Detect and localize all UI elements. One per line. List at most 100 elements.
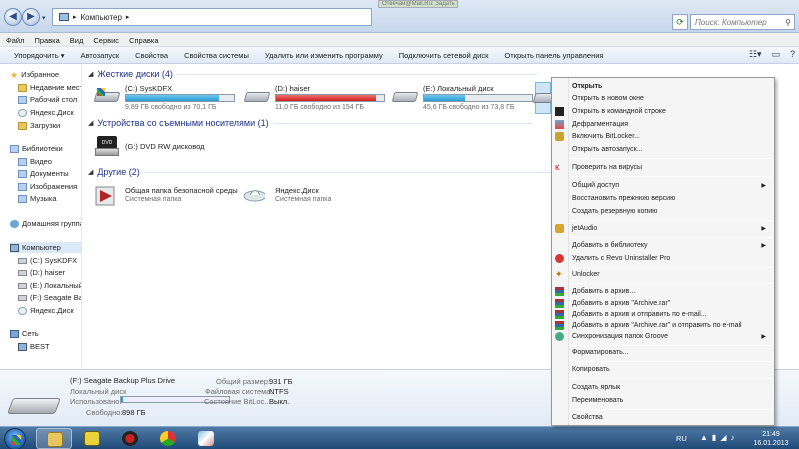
sidebar-item-music[interactable]: Музыка [18,194,57,203]
sidebar-item-yandex-disk-pc[interactable]: Яндекс.Диск [18,306,74,315]
sidebar-item-drive-d[interactable]: (D:) haiser [18,268,65,277]
other-item-sandbox[interactable]: Общая папка безопасной среды Системная п… [91,182,241,214]
ctx-jetaudio[interactable]: jetAudio ▶ [552,223,774,234]
drive-tile-c[interactable]: (C:) SysKDFX 9,89 ГБ свободно из 70,1 ГБ [91,82,241,114]
ctx-add-archive[interactable]: Добавить в архив... [552,286,774,297]
collapse-chevron-icon[interactable]: ◢ [88,168,93,176]
breadcrumb-computer[interactable]: Компьютер [81,13,122,22]
taskbar-app-2[interactable] [74,428,110,449]
collapse-chevron-icon[interactable]: ◢ [88,119,93,127]
sidebar-item-computer[interactable]: Компьютер [10,242,81,253]
ctx-add-library[interactable]: Добавить в библиотеку ▶ [552,240,774,251]
ctx-share[interactable]: Общий доступ ▶ [552,180,774,191]
sidebar-item-label: Компьютер [22,243,61,252]
drive-tile-f-selected[interactable] [532,82,560,114]
ctx-add-archive-rar[interactable]: Добавить в архив "Archive.rar" [552,298,774,309]
help-icon[interactable]: ? [790,49,795,60]
forward-button[interactable]: ▶ [22,8,40,26]
drive-tile-e[interactable]: (E:) Локальный диск 45,6 ГБ свободно из … [389,82,539,114]
details-subtitle: Локальный диск [70,387,127,396]
ctx-add-archive-email[interactable]: Добавить в архив и отправить по e-mail..… [552,309,774,320]
other-item-yandex[interactable]: Яндекс.Диск Системная папка [241,182,391,214]
organize-button[interactable]: Упорядочить ▾ [6,51,72,60]
menu-item-label: Удалить с Revo Uninstaller Pro [572,255,671,262]
ctx-unlocker[interactable]: ✦ Unlocker [552,269,774,280]
autoplay-button[interactable]: Автозапуск [72,51,127,60]
menu-edit[interactable]: Правка [30,33,65,46]
sidebar-item-recent[interactable]: Недавние места [18,83,81,92]
ctx-backup[interactable]: Создать резервную копию [552,206,774,217]
sidebar-item-network[interactable]: Сеть [10,329,39,338]
ctx-properties[interactable]: Свойства [552,412,774,423]
sidebar-item-downloads[interactable]: Загрузки [18,121,60,130]
groove-icon [555,332,564,341]
drive-tile-d[interactable]: (D:) haiser 11,0 ГБ свободно из 154 ГБ [241,82,391,114]
sidebar-item-label: Музыка [30,194,57,203]
ctx-groove[interactable]: Синхронизация папок Groove ▶ [552,331,774,342]
ctx-create-shortcut[interactable]: Создать ярлык [552,382,774,393]
ctx-add-archive-rar-email[interactable]: Добавить в архив "Archive.rar" и отправи… [552,320,774,331]
taskbar-app-3[interactable] [112,428,148,449]
ctx-restore[interactable]: Восстановить прежнюю версию [552,193,774,204]
properties-button[interactable]: Свойства [127,51,176,60]
breadcrumb-chevron-icon[interactable]: ▸ [126,13,130,21]
background-tab[interactable]: Отвечай@Mail.Ru: Задать в... [378,0,458,8]
sidebar-item-drive-f[interactable]: (F:) Seagate Backup [18,293,81,302]
group-other[interactable]: ◢ Другие (2) [88,167,564,177]
menu-tools[interactable]: Сервис [89,33,125,46]
sidebar-item-desktop[interactable]: Рабочий стол [18,95,77,104]
ctx-copy[interactable]: Копировать [552,364,774,375]
menu-help[interactable]: Справка [125,33,164,46]
sidebar-item-favorites[interactable]: ★ Избранное [10,70,59,79]
media-app-icon [122,431,138,446]
open-control-panel-button[interactable]: Открыть панель управления [496,51,611,60]
search-icon[interactable]: ⚲ [785,18,791,27]
clock[interactable]: 21:49 16.01.2013 [748,430,794,448]
sidebar-item-drive-e[interactable]: (E:) Локальный диск [18,281,81,290]
sidebar-item-video[interactable]: Видео [18,157,52,166]
sidebar-item-yandex-disk[interactable]: Яндекс.Диск [18,108,74,117]
sidebar-item-libraries[interactable]: Библиотеки [10,144,63,153]
ctx-rename[interactable]: Переименовать [552,395,774,406]
language-indicator[interactable]: RU [676,434,687,443]
address-bar[interactable]: ▸ Компьютер ▸ [52,8,372,26]
group-removable[interactable]: ◢ Устройства со съемными носителями (1) [88,118,533,128]
taskbar-chrome[interactable] [150,428,186,449]
uninstall-program-button[interactable]: Удалить или изменить программу [257,51,391,60]
menu-file[interactable]: Файл [2,33,30,46]
tray-icons[interactable]: ▲▮◢♪ [700,433,738,442]
ctx-scan-virus[interactable]: ĸ Проверить на вирусы [552,162,774,173]
refresh-button[interactable]: ⟳ [672,14,688,30]
search-input[interactable]: Поиск: Компьютер ⚲ [690,14,795,30]
ctx-format[interactable]: Форматировать... [552,347,774,358]
ctx-revo[interactable]: Удалить с Revo Uninstaller Pro [552,253,774,264]
recent-pages-chevron-icon[interactable]: ▾ [42,14,50,22]
view-options-icon[interactable]: ☷▾ [749,49,762,60]
ctx-open[interactable]: Открыть [552,81,774,92]
menu-view[interactable]: Вид [66,33,90,46]
taskbar-explorer[interactable] [36,428,72,449]
system-properties-button[interactable]: Свойства системы [176,51,257,60]
group-title: Жесткие диски (4) [97,69,173,79]
sidebar-item-pictures[interactable]: Изображения [18,182,77,191]
taskbar-app-5[interactable] [188,428,224,449]
collapse-chevron-icon[interactable]: ◢ [88,70,93,78]
breadcrumb-separator-icon[interactable]: ▸ [73,13,77,21]
sidebar-item-network-best[interactable]: BEST [18,342,50,351]
ctx-bitlocker[interactable]: Включить BitLocker... [552,131,774,142]
drive-usage-bar [275,94,385,102]
ctx-open-cmd[interactable]: Открыть в командной строке [552,106,774,117]
ctx-open-new-window[interactable]: Открыть в новом окне [552,93,774,104]
back-button[interactable]: ◀ [4,8,22,26]
map-network-drive-button[interactable]: Подключить сетевой диск [391,51,497,60]
details-free-label: Свободно: [86,408,123,417]
start-button[interactable] [4,428,26,449]
preview-pane-icon[interactable]: ▭ [771,49,780,60]
sidebar-item-documents[interactable]: Документы [18,169,69,178]
drive-tile-dvd[interactable]: DVD (G:) DVD RW дисковод [91,134,241,166]
sidebar-item-drive-c[interactable]: (C:) SysKDFX [18,256,77,265]
sidebar-item-homegroup[interactable]: Домашняя группа [10,219,81,228]
group-hard-disks[interactable]: ◢ Жесткие диски (4) [88,69,537,79]
ctx-defrag[interactable]: Дефрагментация [552,119,774,130]
ctx-autoplay[interactable]: Открыть автозапуск... [552,144,774,155]
